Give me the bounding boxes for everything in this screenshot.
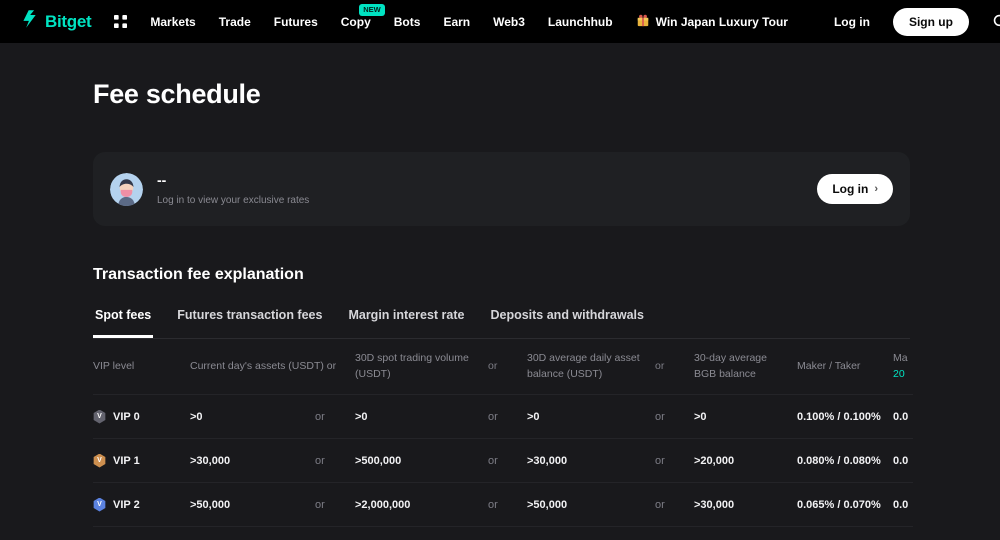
nav-item-web3[interactable]: Web3 [493, 15, 525, 29]
vip-badge-icon: V [93, 453, 106, 468]
col-header-or-2: or [655, 359, 665, 372]
user-rates-card: -- Log in to view your exclusive rates L… [93, 152, 910, 226]
bitget-logo[interactable]: Bitget [20, 9, 92, 34]
volume-cell: >0 [355, 410, 368, 423]
section-title: Transaction fee explanation [93, 266, 304, 283]
username: -- [157, 172, 167, 188]
col-header-clipped: Ma 20 [893, 352, 908, 380]
col-header-or-1: or [488, 359, 498, 372]
vip-badge-icon: V [93, 409, 106, 424]
vip-level-cell: V VIP 1 [93, 453, 190, 468]
maker-taker-cell: 0.065% / 0.070% [797, 498, 881, 511]
table-row-vip2: V VIP 2 >50,000 or >2,000,000 or >50,000… [93, 483, 913, 527]
page-title: Fee schedule [93, 79, 261, 109]
col-header-assets: Current day's assets (USDT) or [190, 359, 337, 372]
vip-level-cell: V VIP 0 [93, 409, 190, 424]
col-header-vip: VIP level [93, 359, 135, 372]
balance-cell: >50,000 [527, 498, 568, 511]
vip-badge-icon: V [93, 497, 106, 512]
search-icon[interactable] [992, 13, 1000, 30]
chevron-right-icon: › [874, 183, 878, 195]
balance-cell: >0 [527, 410, 540, 423]
nav-item-launchhub[interactable]: Launchhub [548, 15, 613, 29]
nav-item-trade[interactable]: Trade [219, 15, 251, 29]
maker-taker-cell: 0.100% / 0.100% [797, 410, 881, 423]
clipped-cell: 0.0 [893, 498, 909, 511]
nav-item-futures[interactable]: Futures [274, 15, 318, 29]
table-row-vip0: V VIP 0 >0 or >0 or >0 or >0 0.100% / 0.… [93, 395, 913, 439]
card-login-button[interactable]: Log in › [817, 174, 893, 204]
bgb-cell: >30,000 [694, 498, 735, 511]
assets-cell: >30,000 [190, 454, 231, 467]
avatar [110, 172, 143, 206]
balance-cell: >30,000 [527, 454, 568, 467]
clipped-cell: 0.0 [893, 454, 909, 467]
fee-tabs: Spot fees Futures transaction fees Margi… [93, 308, 910, 339]
apps-grid-icon[interactable] [114, 15, 128, 28]
col-header-volume: 30D spot trading volume (USDT) [355, 352, 469, 380]
bitget-logo-word: Bitget [45, 11, 92, 31]
table-header-row: VIP level Current day's assets (USDT) or… [93, 339, 913, 395]
assets-cell: >0 [190, 410, 203, 423]
nav-promo-label: Win Japan Luxury Tour [655, 14, 788, 29]
col-header-maker-taker: Maker / Taker [797, 359, 861, 372]
login-note: Log in to view your exclusive rates [157, 195, 310, 206]
gift-icon [636, 13, 650, 30]
nav-login-link[interactable]: Log in [834, 15, 870, 29]
fee-table: VIP level Current day's assets (USDT) or… [93, 339, 913, 527]
maker-taker-cell: 0.080% / 0.080% [797, 454, 881, 467]
table-row-vip1: V VIP 1 >30,000 or >500,000 or >30,000 o… [93, 439, 913, 483]
tab-spot-fees[interactable]: Spot fees [93, 308, 154, 338]
nav-promo-japan-tour[interactable]: Win Japan Luxury Tour [636, 13, 788, 30]
col-header-bgb: 30-day average BGB balance [694, 352, 767, 380]
user-info: -- Log in to view your exclusive rates [157, 172, 309, 206]
bgb-cell: >0 [694, 410, 707, 423]
tab-deposits-withdrawals[interactable]: Deposits and withdrawals [488, 308, 646, 338]
col-header-balance: 30D average daily asset balance (USDT) [527, 352, 640, 380]
nav-item-earn[interactable]: Earn [443, 15, 470, 29]
new-badge: NEW [359, 3, 385, 16]
bitget-logo-icon [20, 9, 40, 34]
assets-cell: >50,000 [190, 498, 231, 511]
main-content: Fee schedule -- Log in to view your excl… [0, 79, 1000, 527]
clipped-cell: 0.0 [893, 410, 909, 423]
tab-futures-fees[interactable]: Futures transaction fees [175, 308, 324, 338]
nav-item-copy[interactable]: Copy NEW [341, 3, 385, 29]
signup-button[interactable]: Sign up [892, 7, 969, 36]
top-nav: Bitget Markets Trade Futures Copy NEW Bo… [0, 0, 1000, 43]
volume-cell: >2,000,000 [355, 498, 411, 511]
nav-item-bots[interactable]: Bots [394, 15, 421, 29]
tab-margin-interest[interactable]: Margin interest rate [346, 308, 466, 338]
nav-item-markets[interactable]: Markets [150, 15, 195, 29]
volume-cell: >500,000 [355, 454, 402, 467]
bgb-cell: >20,000 [694, 454, 735, 467]
vip-level-cell: V VIP 2 [93, 497, 190, 512]
